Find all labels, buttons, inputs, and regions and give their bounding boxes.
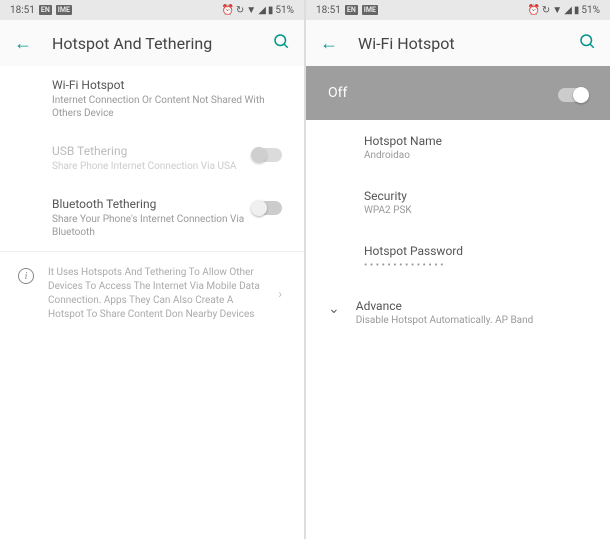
battery-percent: 51% [275, 5, 294, 16]
password-value: • • • • • • • • • • • • • • [364, 260, 588, 271]
status-badge-1: EN [345, 5, 358, 15]
status-badge-2: IME [362, 5, 378, 15]
alarm-icon: ⏰ [221, 5, 233, 16]
search-button[interactable] [578, 32, 596, 54]
info-icon: i [18, 268, 34, 284]
status-bar: 18:51 EN IME ⏰ ↻ ▼ ◢ ▮ 51% [0, 0, 304, 20]
wifi-icon: ▼ [552, 5, 562, 16]
phone-right: 18:51 EN IME ⏰ ↻ ▼ ◢ ▮ 51% ← Wi-Fi Hotsp… [306, 0, 610, 539]
info-row[interactable]: i It Uses Hotspots And Tethering To Allo… [0, 251, 304, 336]
bluetooth-tethering-item[interactable]: Bluetooth Tethering Share Your Phone's I… [0, 185, 304, 251]
page-title: Wi-Fi Hotspot [358, 34, 578, 53]
password-label: Hotspot Password [364, 244, 588, 258]
master-toggle[interactable] [558, 88, 588, 102]
sync-icon: ↻ [542, 5, 550, 16]
signal-icon: ◢ [258, 5, 266, 16]
advance-item[interactable]: ⌄ Advance Disable Hotspot Automatically.… [306, 285, 610, 340]
wifi-icon: ▼ [246, 5, 256, 16]
back-button[interactable]: ← [14, 33, 32, 54]
usb-tethering-toggle [252, 148, 282, 162]
bluetooth-tethering-title: Bluetooth Tethering [52, 197, 252, 211]
wifi-hotspot-sub: Internet Connection Or Content Not Share… [52, 94, 282, 120]
security-label: Security [364, 189, 588, 203]
alarm-icon: ⏰ [527, 5, 539, 16]
search-button[interactable] [272, 32, 290, 54]
info-text: It Uses Hotspots And Tethering To Allow … [48, 266, 264, 322]
security-value: WPA2 PSK [364, 205, 588, 216]
advance-value: Disable Hotspot Automatically. AP Band [356, 315, 588, 326]
chevron-right-icon: › [278, 287, 282, 301]
usb-tethering-title: USB Tethering [52, 144, 252, 158]
battery-icon: ▮ [574, 5, 580, 16]
status-time: 18:51 [316, 5, 341, 16]
hotspot-name-value: Androidao [364, 150, 588, 161]
usb-tethering-sub: Share Phone Internet Connection Via USA [52, 160, 252, 173]
page-title: Hotspot And Tethering [52, 34, 272, 53]
chevron-down-icon: ⌄ [328, 301, 340, 317]
phone-left: 18:51 EN IME ⏰ ↻ ▼ ◢ ▮ 51% ← Hotspot And… [0, 0, 304, 539]
hotspot-name-item[interactable]: Hotspot Name Androidao [306, 120, 610, 175]
battery-percent: 51% [581, 5, 600, 16]
status-badge-2: IME [56, 5, 72, 15]
status-time: 18:51 [10, 5, 35, 16]
bluetooth-tethering-toggle[interactable] [252, 201, 282, 215]
wifi-hotspot-title: Wi-Fi Hotspot [52, 78, 282, 92]
security-item[interactable]: Security WPA2 PSK [306, 175, 610, 230]
sync-icon: ↻ [236, 5, 244, 16]
back-button[interactable]: ← [320, 33, 338, 54]
usb-tethering-item: USB Tethering Share Phone Internet Conne… [0, 132, 304, 185]
header: ← Wi-Fi Hotspot [306, 20, 610, 66]
status-badge-1: EN [39, 5, 52, 15]
bluetooth-tethering-sub: Share Your Phone's Internet Connection V… [52, 213, 252, 239]
header: ← Hotspot And Tethering [0, 20, 304, 66]
wifi-hotspot-item[interactable]: Wi-Fi Hotspot Internet Connection Or Con… [0, 66, 304, 132]
toggle-label: Off [328, 85, 347, 101]
hotspot-name-label: Hotspot Name [364, 134, 588, 148]
advance-label: Advance [356, 299, 588, 313]
master-toggle-bar[interactable]: Off [306, 66, 610, 120]
password-item[interactable]: Hotspot Password • • • • • • • • • • • •… [306, 230, 610, 285]
battery-icon: ▮ [268, 5, 274, 16]
status-bar: 18:51 EN IME ⏰ ↻ ▼ ◢ ▮ 51% [306, 0, 610, 20]
signal-icon: ◢ [564, 5, 572, 16]
